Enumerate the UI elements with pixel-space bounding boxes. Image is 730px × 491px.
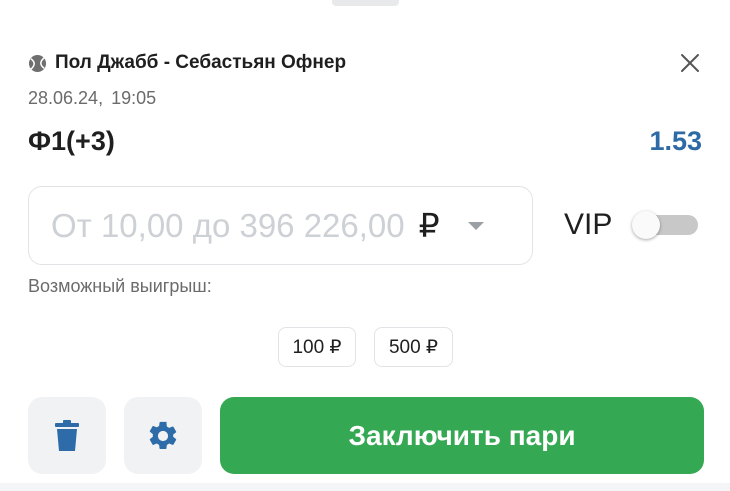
- match-date: 28.06.24,: [28, 88, 104, 108]
- match-title: Пол Джабб - Себастьян Офнер: [55, 52, 347, 73]
- match-header: Пол Джабб - Себастьян Офнер: [28, 50, 702, 76]
- match-datetime: 28.06.24, 19:05: [28, 88, 156, 109]
- vip-toggle[interactable]: [632, 211, 698, 239]
- stake-placeholder: От 10,00 до 396 226,00: [51, 206, 405, 244]
- bet-odds: 1.53: [649, 126, 702, 156]
- delete-button[interactable]: [28, 397, 106, 474]
- stake-input[interactable]: От 10,00 до 396 226,00 ₽: [28, 186, 533, 265]
- drag-handle[interactable]: [332, 0, 399, 6]
- close-icon[interactable]: [680, 53, 700, 73]
- close-button[interactable]: [678, 51, 702, 75]
- tennis-ball-icon: [28, 54, 47, 73]
- vip-label: VIP: [564, 208, 613, 241]
- bottom-divider: [0, 483, 730, 491]
- possible-win-label: Возможный выигрыш:: [28, 276, 212, 296]
- chevron-down-icon[interactable]: [467, 221, 484, 230]
- gear-icon: [149, 421, 177, 449]
- currency-symbol: ₽: [418, 207, 440, 244]
- match-time: 19:05: [111, 88, 157, 108]
- bet-outcome: Ф1(+3): [28, 126, 115, 156]
- place-bet-button[interactable]: Заключить пари: [220, 397, 704, 474]
- toggle-knob: [632, 211, 660, 239]
- quick-amount-500[interactable]: 500 ₽: [374, 327, 453, 367]
- settings-button[interactable]: [124, 397, 202, 474]
- trash-icon: [55, 419, 79, 451]
- quick-amount-100[interactable]: 100 ₽: [278, 327, 356, 367]
